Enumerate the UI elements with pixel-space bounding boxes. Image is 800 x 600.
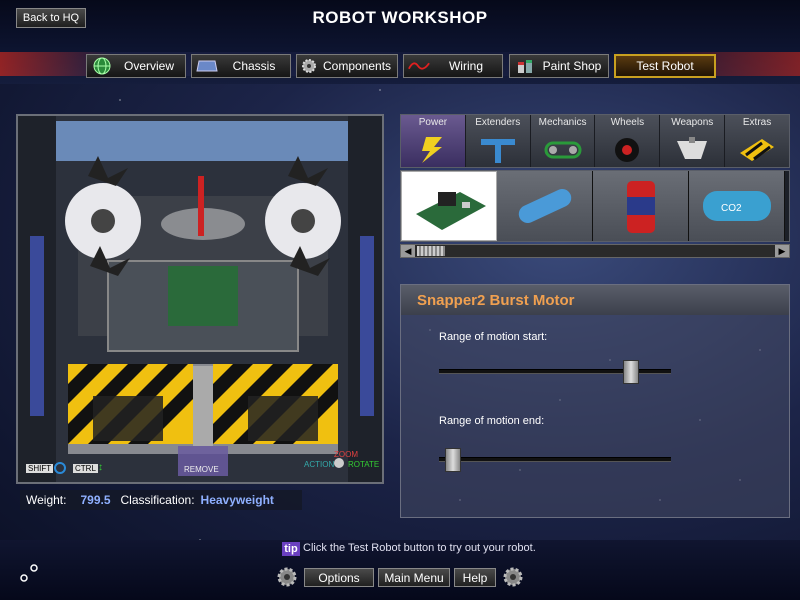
gear-left-icon: [277, 567, 297, 587]
lightning-icon: [421, 137, 442, 163]
nav-chassis-label: Chassis: [232, 59, 276, 73]
hazard-plate-icon: [740, 139, 775, 161]
tab-extenders-label: Extenders: [475, 117, 521, 128]
tab-wheels[interactable]: Wheels: [595, 115, 661, 167]
co2-tank-icon: CO2: [703, 191, 771, 221]
tab-mechanics[interactable]: Mechanics: [530, 115, 596, 167]
rotate-hint: ROTATE: [348, 460, 380, 469]
paint-can-icon: [514, 57, 536, 75]
tip-text: Click the Test Robot button to try out y…: [303, 542, 536, 554]
classification-label: Classification:: [120, 493, 195, 507]
tab-extras-label: Extras: [742, 117, 772, 128]
gear-icon: [301, 57, 317, 75]
rotate-ring-icon: [54, 462, 66, 474]
nav-paint-shop-label: Paint Shop: [542, 59, 602, 73]
chain-drive-icon: [544, 141, 582, 159]
robot-stats-bar: Weight: 799.5 Classification: Heavyweigh…: [20, 490, 302, 510]
circuit-board-icon: [416, 192, 486, 230]
help-button[interactable]: Help: [454, 568, 496, 587]
weight-label: Weight:: [26, 493, 67, 507]
nav-overview-button[interactable]: Overview: [86, 54, 186, 78]
scroll-right-arrow-icon[interactable]: ▶: [775, 245, 789, 257]
tab-weapons-label: Weapons: [671, 117, 714, 128]
motion-start-label: Range of motion start:: [439, 331, 548, 343]
nav-test-robot-button[interactable]: Test Robot: [614, 54, 716, 78]
tab-extenders[interactable]: Extenders: [465, 115, 531, 167]
tab-power-label: Power: [418, 117, 448, 128]
wheel-icon: [615, 138, 640, 162]
blade-icon: [677, 137, 708, 159]
t-bar-icon: [480, 139, 515, 163]
robot-3d-viewport[interactable]: SHIFT CTRL ↕ REMOVE ZOOM ACTION ROTATE: [16, 114, 384, 484]
motion-end-thumb[interactable]: [445, 448, 462, 472]
tab-mechanics-label: Mechanics: [538, 117, 587, 128]
fuel-tank-icon: [518, 188, 572, 224]
gear-right-icon: [503, 567, 523, 587]
motion-start-slider[interactable]: [439, 360, 671, 384]
arrow-up-down-icon: ↕: [98, 462, 103, 473]
ctrl-key-hint: CTRL: [73, 464, 98, 473]
svg-text:CO2: CO2: [721, 203, 742, 214]
motion-start-thumb[interactable]: [622, 360, 639, 384]
part-co2-tank[interactable]: CO2: [689, 171, 785, 241]
part-power-cell[interactable]: [593, 171, 689, 241]
tab-weapons[interactable]: Weapons: [660, 115, 726, 167]
main-menu-button[interactable]: Main Menu: [378, 568, 450, 587]
system-status-icon[interactable]: [18, 562, 40, 584]
options-button[interactable]: Options: [304, 568, 374, 587]
scroll-left-arrow-icon[interactable]: ◀: [401, 245, 415, 257]
shift-key-hint: SHIFT: [26, 464, 54, 473]
nav-test-robot-label: Test Robot: [636, 59, 694, 73]
part-fuel-tank[interactable]: [497, 171, 593, 241]
nav-overview-label: Overview: [123, 59, 174, 73]
wire-icon: [408, 57, 430, 75]
motor-settings-panel: Snapper2 Burst Motor Range of motion sta…: [400, 284, 790, 518]
nav-components-label: Components: [323, 59, 392, 73]
weight-value: 799.5: [80, 493, 111, 507]
tip-badge: tip: [282, 542, 300, 556]
nav-wiring-label: Wiring: [448, 59, 483, 73]
globe-icon: [91, 57, 113, 75]
parts-scrollbar[interactable]: ◀ ▶: [400, 244, 790, 258]
parts-carousel: CO2: [400, 170, 790, 242]
part-circuit-board[interactable]: [401, 171, 497, 241]
part-category-tabs: Power Extenders Mechanics Wheels Weapons…: [400, 114, 790, 168]
remove-part-button[interactable]: REMOVE: [184, 465, 219, 474]
robot-model-illustration: [18, 116, 382, 482]
motor-title: Snapper2 Burst Motor: [401, 285, 789, 315]
mouse-icon: [334, 458, 344, 468]
page-title: ROBOT WORKSHOP: [312, 8, 488, 27]
battery-can-icon: [627, 181, 655, 233]
nav-wiring-button[interactable]: Wiring: [403, 54, 503, 78]
chassis-icon: [196, 57, 218, 75]
tab-wheels-label: Wheels: [610, 117, 645, 128]
tab-power[interactable]: Power: [401, 115, 466, 167]
motion-end-slider[interactable]: [439, 448, 671, 472]
nav-chassis-button[interactable]: Chassis: [191, 54, 291, 78]
classification-value: Heavyweight: [200, 493, 274, 507]
nav-components-button[interactable]: Components: [296, 54, 398, 78]
motion-end-label: Range of motion end:: [439, 415, 545, 427]
nav-paint-shop-button[interactable]: Paint Shop: [509, 54, 609, 78]
tab-extras[interactable]: Extras: [725, 115, 789, 167]
action-hint: ACTION: [304, 460, 335, 469]
scrollbar-thumb[interactable]: [417, 246, 445, 256]
